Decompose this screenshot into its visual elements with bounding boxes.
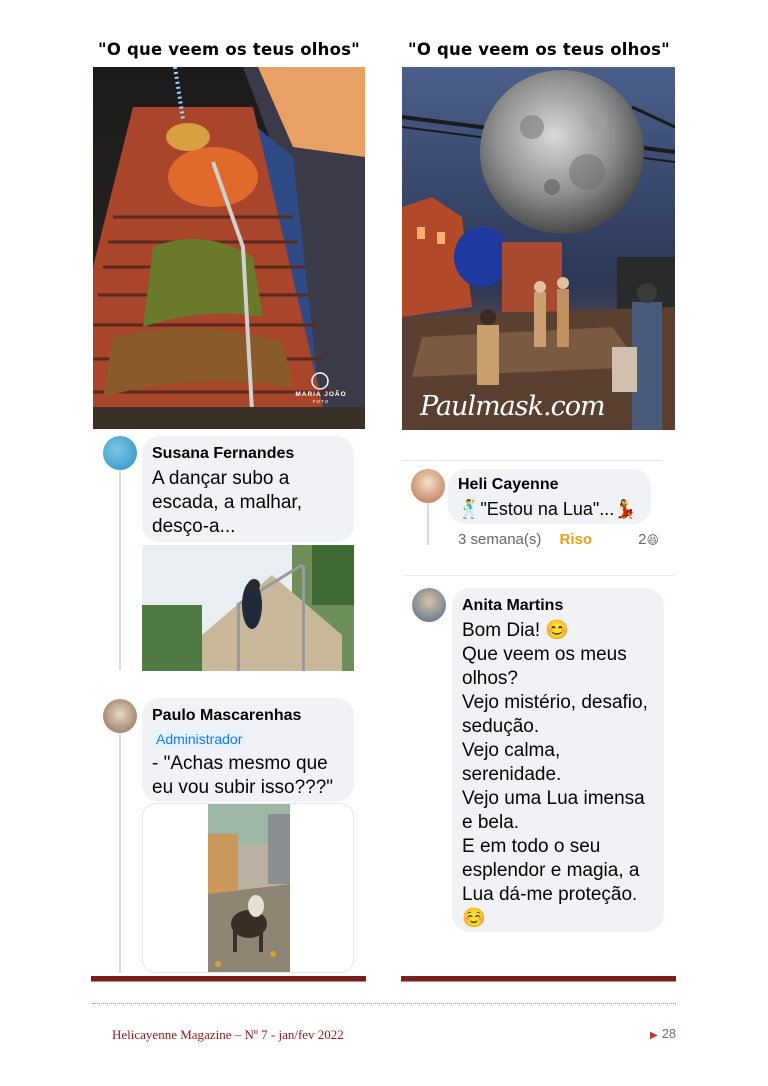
- comment-text: 🕺"Estou na Lua"...💃: [458, 497, 639, 522]
- page-number: ▶ 28: [650, 1026, 677, 1041]
- comment-author[interactable]: Anita Martins: [462, 596, 652, 616]
- comment-photo-attachment[interactable]: [142, 803, 354, 973]
- reaction-count[interactable]: 2😆: [638, 531, 659, 548]
- stairs-illustration: [93, 67, 365, 429]
- magazine-footer: Helicayenne Magazine – Nº 7 - jan/fev 20…: [112, 1027, 344, 1042]
- screenshot-divider: [402, 575, 675, 576]
- photo-watermark-sub: FOTO: [312, 399, 330, 404]
- screenshot-divider: [402, 460, 662, 461]
- comment-text: Bom Dia! 😊 Que veem os meus olhos? Vejo …: [462, 620, 648, 929]
- comment-text: - "Achas mesmo que eu vou subir isso???": [152, 753, 334, 798]
- photo-watermark: Paulmask.com: [420, 391, 606, 422]
- photo-watermark: MARIA JOÃO: [295, 391, 347, 398]
- comment-heli: Heli Cayenne 🕺"Estou na Lua"...💃: [448, 469, 651, 524]
- column-footer-bar: [401, 976, 676, 982]
- comment-meta-row: 3 semana(s) Riso 2😆: [458, 531, 663, 548]
- right-column-title: "O que veem os teus olhos": [408, 40, 670, 59]
- comment-text-body: "Estou na Lua"...: [480, 499, 615, 519]
- avatar-anita[interactable]: [412, 588, 446, 622]
- avatar-paulo[interactable]: [103, 699, 137, 733]
- dancer-woman-icon: 💃: [614, 499, 637, 520]
- laugh-icon: 😆: [646, 533, 659, 547]
- column-footer-bar: [91, 976, 366, 982]
- avatar-susana[interactable]: [103, 436, 137, 470]
- gif-illustration: [142, 545, 354, 671]
- page-footer-rule: [92, 1003, 676, 1004]
- reaction-button[interactable]: Riso: [560, 531, 593, 548]
- moon-photo: Paulmask.com: [402, 67, 675, 430]
- comment-time: 3 semana(s): [458, 531, 542, 548]
- comment-anita: Anita Martins Bom Dia! 😊 Que veem os meu…: [452, 588, 664, 932]
- comment-author[interactable]: Susana Fernandes: [152, 444, 342, 464]
- triangle-right-icon: ▶: [650, 1030, 658, 1041]
- dancer-man-icon: 🕺: [458, 499, 481, 520]
- comment-susana: Susana Fernandes A dançar subo a escada,…: [142, 436, 354, 542]
- stairs-photo: MARIA JOÃO FOTO: [93, 67, 365, 429]
- thread-line: [427, 503, 429, 545]
- thread-line: [119, 470, 121, 670]
- comment-text: A dançar subo a escada, a malhar, desço-…: [152, 468, 302, 537]
- thread-line: [119, 733, 121, 973]
- comment-author[interactable]: Paulo Mascarenhas: [152, 706, 342, 726]
- moon-illustration: [402, 67, 675, 430]
- comment-paulo: Paulo Mascarenhas Administrador - "Achas…: [142, 698, 354, 802]
- admin-badge: Administrador: [152, 729, 247, 749]
- avatar-heli[interactable]: [411, 469, 445, 503]
- left-column-title: "O que veem os teus olhos": [98, 40, 360, 59]
- comment-author[interactable]: Heli Cayenne: [458, 475, 639, 495]
- comment-gif-image[interactable]: [142, 545, 354, 671]
- dog-photo-illustration: [208, 804, 290, 972]
